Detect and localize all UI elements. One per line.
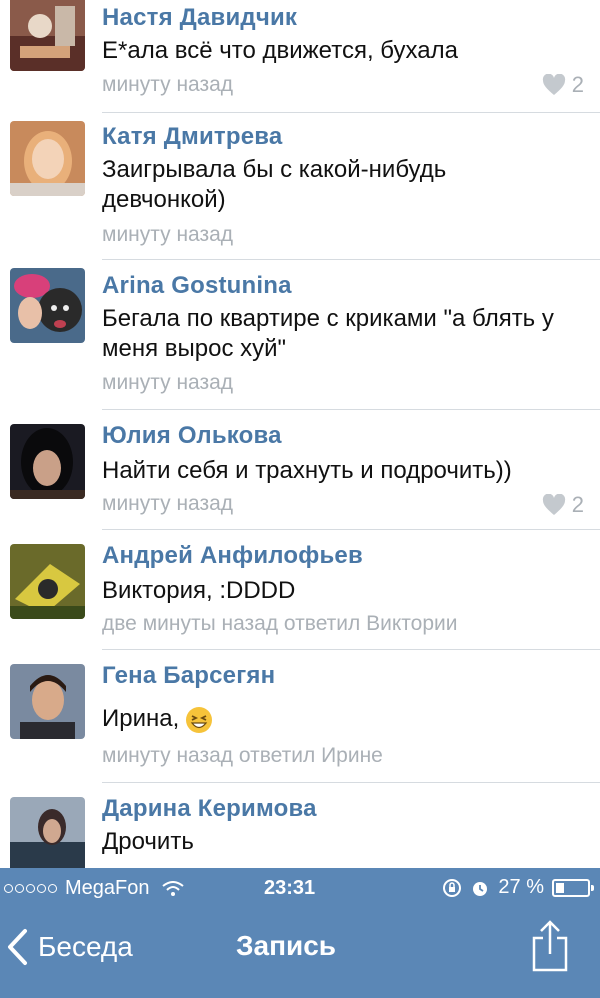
comment-author[interactable]: Андрей Анфилофьев: [102, 542, 363, 570]
comment-author[interactable]: Arina Gostunina: [102, 272, 292, 300]
navigation-bar: Беседа Запись: [0, 908, 600, 998]
avatar[interactable]: [10, 0, 85, 71]
comment-author[interactable]: Катя Дмитрева: [102, 123, 282, 151]
laughing-emoji-icon: [186, 706, 213, 733]
page-title: Запись: [236, 930, 337, 961]
comment-author[interactable]: Юлия Олькова: [102, 422, 282, 450]
comments-list: Настя Давидчик Е*ала всё что движется, б…: [0, 0, 600, 868]
comment-meta: минуту назад ответил Ирине: [102, 744, 383, 767]
comment-text: Е*ала всё что движется, бухала: [102, 37, 458, 64]
avatar[interactable]: [10, 424, 85, 499]
like-counter[interactable]: 2: [542, 72, 584, 98]
comment-meta: минуту назад: [102, 371, 234, 394]
heart-icon: [542, 74, 565, 95]
comment-text: Ирина,: [102, 704, 572, 734]
back-button[interactable]: Беседа: [6, 928, 133, 966]
divider: [102, 649, 600, 650]
back-label: Беседа: [38, 931, 133, 962]
comment-text: Дрочить: [102, 828, 194, 855]
comment-author[interactable]: Настя Давидчик: [102, 4, 297, 32]
chevron-left-icon: [8, 929, 27, 965]
like-counter[interactable]: 2: [542, 492, 584, 518]
avatar[interactable]: [10, 268, 85, 343]
avatar[interactable]: [10, 121, 85, 196]
comment-meta: минуту назад: [102, 223, 234, 246]
status-bar: MegaFon 23:31 27 %: [0, 868, 600, 908]
comment-author[interactable]: Гена Барсегян: [102, 662, 275, 690]
divider: [102, 112, 600, 113]
like-count: 2: [571, 492, 584, 517]
comment-meta: минуту назад: [102, 73, 234, 96]
battery-percent: 27 %: [498, 876, 544, 898]
rotation-lock-icon: [443, 878, 462, 897]
battery-icon: [552, 878, 594, 897]
divider: [102, 529, 600, 530]
carrier-name: MegaFon: [65, 877, 150, 899]
heart-icon: [542, 494, 565, 515]
comment-text: Найти себя и трахнуть и подрочить)): [102, 457, 512, 484]
like-count: 2: [571, 72, 584, 97]
avatar[interactable]: [10, 544, 85, 619]
avatar[interactable]: [10, 797, 85, 868]
divider: [102, 409, 600, 410]
comment-text: Виктория, :DDDD: [102, 577, 296, 604]
wifi-icon: [161, 880, 184, 896]
share-button[interactable]: [530, 920, 570, 972]
divider: [102, 782, 600, 783]
clock: 23:31: [264, 877, 316, 899]
avatar[interactable]: [10, 664, 85, 739]
alarm-icon: [473, 881, 488, 896]
signal-strength-icon: [4, 884, 57, 893]
comment-text: Заигрывала бы с какой-нибудь девчонкой): [102, 156, 447, 213]
comment-meta: две минуты назад ответил Виктории: [102, 612, 458, 635]
comment-text: Бегала по квартире с криками "а блять у …: [102, 305, 554, 362]
divider: [102, 259, 600, 260]
comment-meta: минуту назад: [102, 492, 234, 515]
comment-text-value: Ирина,: [102, 705, 180, 732]
comment-author[interactable]: Дарина Керимова: [102, 795, 317, 823]
share-icon: [532, 920, 568, 972]
